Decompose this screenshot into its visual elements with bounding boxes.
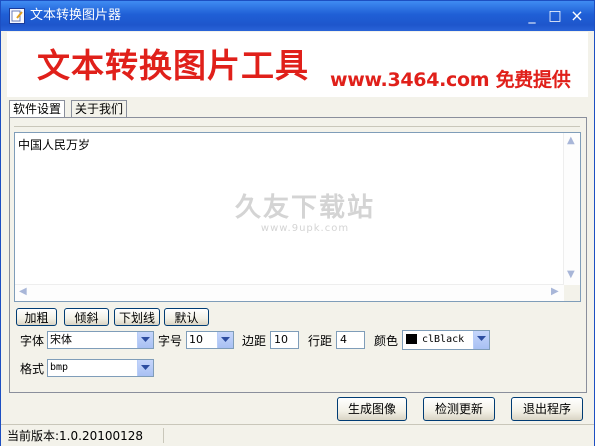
memo-text: 中国人民万岁 bbox=[18, 138, 91, 152]
margin-field-value: 10 bbox=[274, 333, 288, 346]
tab-about[interactable]: 关于我们 bbox=[71, 100, 128, 117]
scroll-up-icon[interactable]: ▲ bbox=[567, 135, 575, 147]
banner-title: 文本转换图片工具 bbox=[37, 46, 309, 85]
app-window: 文本转换图片器 _ □ × 文本转换图片工具 www.3464.com 免费提供… bbox=[0, 0, 595, 446]
font-select-value: 宋体 bbox=[50, 333, 72, 346]
version-text: 当前版本:1.0.20100128 bbox=[7, 429, 144, 443]
banner-url: www.3464.com 免费提供 bbox=[330, 69, 571, 91]
italic-button[interactable]: 倾斜 bbox=[64, 308, 109, 326]
spacing-field-value: 4 bbox=[340, 333, 347, 346]
chevron-down-icon[interactable] bbox=[217, 332, 233, 348]
underline-button[interactable]: 下划线 bbox=[114, 308, 160, 326]
status-divider bbox=[163, 428, 164, 443]
margin-label: 边距 bbox=[242, 334, 267, 348]
margin-field[interactable]: 10 bbox=[270, 331, 299, 349]
size-select-value: 10 bbox=[189, 333, 203, 346]
banner: 文本转换图片工具 www.3464.com 免费提供 bbox=[7, 32, 588, 97]
app-icon bbox=[9, 8, 25, 24]
scroll-right-icon[interactable]: ▶ bbox=[551, 286, 559, 298]
chevron-down-icon[interactable] bbox=[473, 331, 489, 349]
chevron-down-icon[interactable] bbox=[137, 332, 153, 348]
format-select-value: bmp bbox=[50, 362, 69, 373]
generate-image-button[interactable]: 生成图像 bbox=[337, 397, 407, 421]
window-title: 文本转换图片器 bbox=[30, 8, 122, 23]
maximize-button[interactable]: □ bbox=[545, 6, 565, 26]
watermark-url: www.9upk.com bbox=[260, 223, 350, 234]
font-label: 字体 bbox=[20, 334, 45, 348]
minimize-button[interactable]: _ bbox=[522, 6, 542, 26]
group-divider bbox=[14, 126, 580, 127]
settings-panel: 中国人民万岁 久友下载站 www.9upk.com ▲ ▼ ◀ ▶ 加粗 倾斜 … bbox=[9, 117, 587, 393]
scroll-corner bbox=[564, 285, 580, 301]
default-button[interactable]: 默认 bbox=[164, 308, 209, 326]
color-label: 颜色 bbox=[374, 334, 399, 348]
bold-button[interactable]: 加粗 bbox=[16, 308, 57, 326]
scroll-left-icon[interactable]: ◀ bbox=[19, 286, 27, 298]
color-select[interactable]: clBlack bbox=[402, 330, 490, 350]
check-update-button[interactable]: 检测更新 bbox=[423, 397, 495, 421]
watermark-text: 久友下载站 bbox=[235, 193, 376, 223]
format-select[interactable]: bmp bbox=[47, 359, 154, 377]
tab-settings[interactable]: 软件设置 bbox=[9, 100, 66, 118]
spacing-field[interactable]: 4 bbox=[336, 331, 365, 349]
close-button[interactable]: × bbox=[567, 6, 587, 26]
font-select[interactable]: 宋体 bbox=[47, 331, 154, 349]
format-label: 格式 bbox=[20, 362, 45, 376]
exit-button[interactable]: 退出程序 bbox=[511, 397, 583, 421]
scroll-down-icon[interactable]: ▼ bbox=[567, 269, 575, 281]
title-bar[interactable]: 文本转换图片器 _ □ × bbox=[1, 1, 594, 31]
color-swatch bbox=[406, 334, 417, 344]
status-bar: 当前版本:1.0.20100128 bbox=[1, 424, 594, 446]
spacing-label: 行距 bbox=[308, 334, 333, 348]
text-input-area[interactable]: 中国人民万岁 久友下载站 www.9upk.com ▲ ▼ ◀ ▶ bbox=[14, 132, 581, 302]
watermark: 久友下载站 www.9upk.com bbox=[235, 193, 375, 235]
size-label: 字号 bbox=[158, 334, 183, 348]
chevron-down-icon[interactable] bbox=[137, 360, 153, 376]
color-select-value: clBlack bbox=[422, 334, 465, 345]
vertical-scrollbar[interactable]: ▲ ▼ bbox=[563, 133, 580, 285]
size-select[interactable]: 10 bbox=[186, 331, 234, 349]
horizontal-scrollbar[interactable]: ◀ ▶ bbox=[15, 284, 564, 301]
